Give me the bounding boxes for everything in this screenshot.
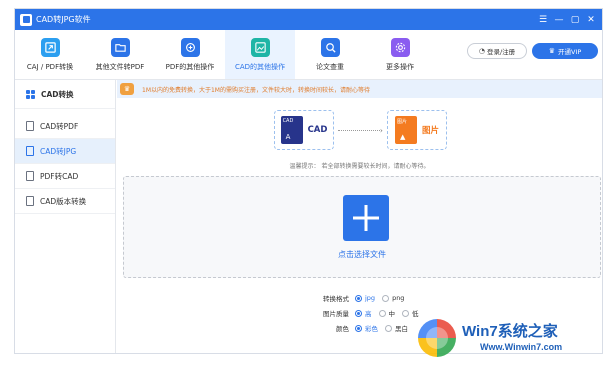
tab-caj-pdf-convert[interactable]: CAJ / PDF转换 [15,30,85,79]
tab-label: PDF的其他操作 [165,62,215,71]
target-format-box: 图片 ▲ 图片 [387,110,447,150]
cad-file-icon: CAD A [280,116,303,144]
sidebar-item-cad-to-jpg[interactable]: CAD转JPG [15,139,115,164]
tab-label: CAD的其他操作 [234,62,286,71]
sidebar-item-cad-to-pdf[interactable]: CAD转PDF [15,114,115,139]
watermark-url: Www.Winwin7.com [480,342,563,352]
format-jpg-radio[interactable]: jpg [355,294,375,302]
cad-image-icon [250,37,270,57]
image-file-icon: 图片 ▲ [394,116,417,144]
minimize-icon[interactable]: — [552,13,566,27]
grid-icon [26,89,35,99]
add-file-button[interactable] [343,195,389,241]
tab-cad-other[interactable]: CAD的其他操作 [225,30,295,79]
format-option-row: 转换格式 jpg png [308,292,426,304]
color-bw-radio[interactable]: 黑白 [385,323,408,333]
maximize-icon[interactable]: ▢ [568,13,582,27]
menu-icon[interactable]: ☰ [536,13,550,27]
tab-label: 其他文件转PDF [95,62,145,71]
pdf-file-icon [26,121,34,131]
open-vip-button[interactable]: ♛ 开通VIP [532,43,598,59]
file-dropzone[interactable]: 点击选择文件 [123,176,601,278]
conversion-options: 转换格式 jpg png 图片质量 高 中 低 颜色 彩色 黑白 [308,292,426,337]
format-label: 转换格式 [323,295,349,303]
sidebar-item-cad-version[interactable]: CAD版本转换 [15,189,115,214]
sidebar-header-label: CAD转换 [41,89,74,99]
crown-icon: ♛ [548,47,555,55]
tab-label: 更多操作 [386,62,414,71]
login-register-button[interactable]: ◔ 登录/注册 [467,43,527,59]
sidebar-item-label: PDF转CAD [40,171,79,181]
source-format-box: CAD A CAD [274,110,334,150]
quality-high-radio[interactable]: 高 [355,308,372,318]
quality-medium-radio[interactable]: 中 [378,308,395,318]
windows-logo-icon [418,319,456,357]
main-toolbar: CAJ / PDF转换 其他文件转PDF PDF的其他操作 CAD的其他操作 论… [15,30,602,80]
sidebar-item-pdf-to-cad[interactable]: PDF转CAD [15,164,115,189]
main-panel: ♛ 1M以内的免费转换，大于1M的需购买注册，文件较大时，转换时间较长，请耐心等… [117,80,602,353]
source-format-label: CAD [307,125,328,135]
gear-icon [390,37,410,57]
quality-label: 图片质量 [323,310,349,318]
tab-file-to-pdf[interactable]: 其他文件转PDF [85,30,155,79]
tab-label: CAJ / PDF转换 [26,62,74,71]
notice-text: 1M以内的免费转换，大于1M的需购买注册，文件较大时，转换时间较长，请耐心等待 [142,86,370,94]
color-full-radio[interactable]: 彩色 [355,323,378,333]
sidebar-item-label: CAD转JPG [40,146,77,156]
vip-notice-icon: ♛ [120,83,134,95]
app-window: CAD转JPG软件 ☰ — ▢ ✕ CAJ / PDF转换 其他文件转PDF P… [14,8,603,354]
quality-low-radio[interactable]: 低 [402,308,419,318]
tab-more-actions[interactable]: 更多操作 [365,30,435,79]
sidebar: CAD转换 CAD转PDF CAD转JPG PDF转CAD CAD版本转换 [15,80,116,353]
paper-check-icon [320,37,340,57]
user-icon: ◔ [478,47,485,55]
jpg-file-icon [26,146,34,156]
caj-pdf-convert-icon [40,37,60,57]
select-file-label[interactable]: 点击选择文件 [124,249,600,260]
color-option-row: 颜色 彩色 黑白 [308,322,426,334]
tab-pdf-other[interactable]: PDF的其他操作 [155,30,225,79]
window-title: CAD转JPG软件 [36,15,91,24]
quality-option-row: 图片质量 高 中 低 [308,307,426,319]
tab-paper-check[interactable]: 论文查重 [295,30,365,79]
conversion-flow: CAD A CAD › 图片 ▲ 图片 [274,110,447,150]
cad-file-icon [26,171,34,181]
tab-label: 论文查重 [316,62,344,71]
arrow-right-icon: › [338,126,383,135]
app-logo-icon [20,13,32,26]
tip-text: 温馨提示： 若全部转换需要较长时间，请耐心等待。 [289,163,430,170]
sidebar-item-label: CAD版本转换 [40,196,87,206]
vip-label: 开通VIP [557,48,582,56]
pdf-refresh-icon [180,37,200,57]
folder-pdf-icon [110,37,130,57]
sidebar-item-label: CAD转PDF [40,121,79,131]
watermark-title: Win7系统之家 [462,323,558,340]
format-png-radio[interactable]: png [382,294,404,302]
watermark: Win7系统之家 Www.Winwin7.com [418,315,613,363]
sidebar-header: CAD转换 [15,80,115,109]
target-format-label: 图片 [421,126,439,136]
notice-bar: ♛ 1M以内的免费转换，大于1M的需购买注册，文件较大时，转换时间较长，请耐心等… [117,80,602,98]
version-file-icon [26,196,34,206]
login-label: 登录/注册 [486,48,516,56]
title-bar: CAD转JPG软件 ☰ — ▢ ✕ [15,9,602,30]
close-icon[interactable]: ✕ [584,13,598,27]
color-label: 颜色 [336,325,349,333]
